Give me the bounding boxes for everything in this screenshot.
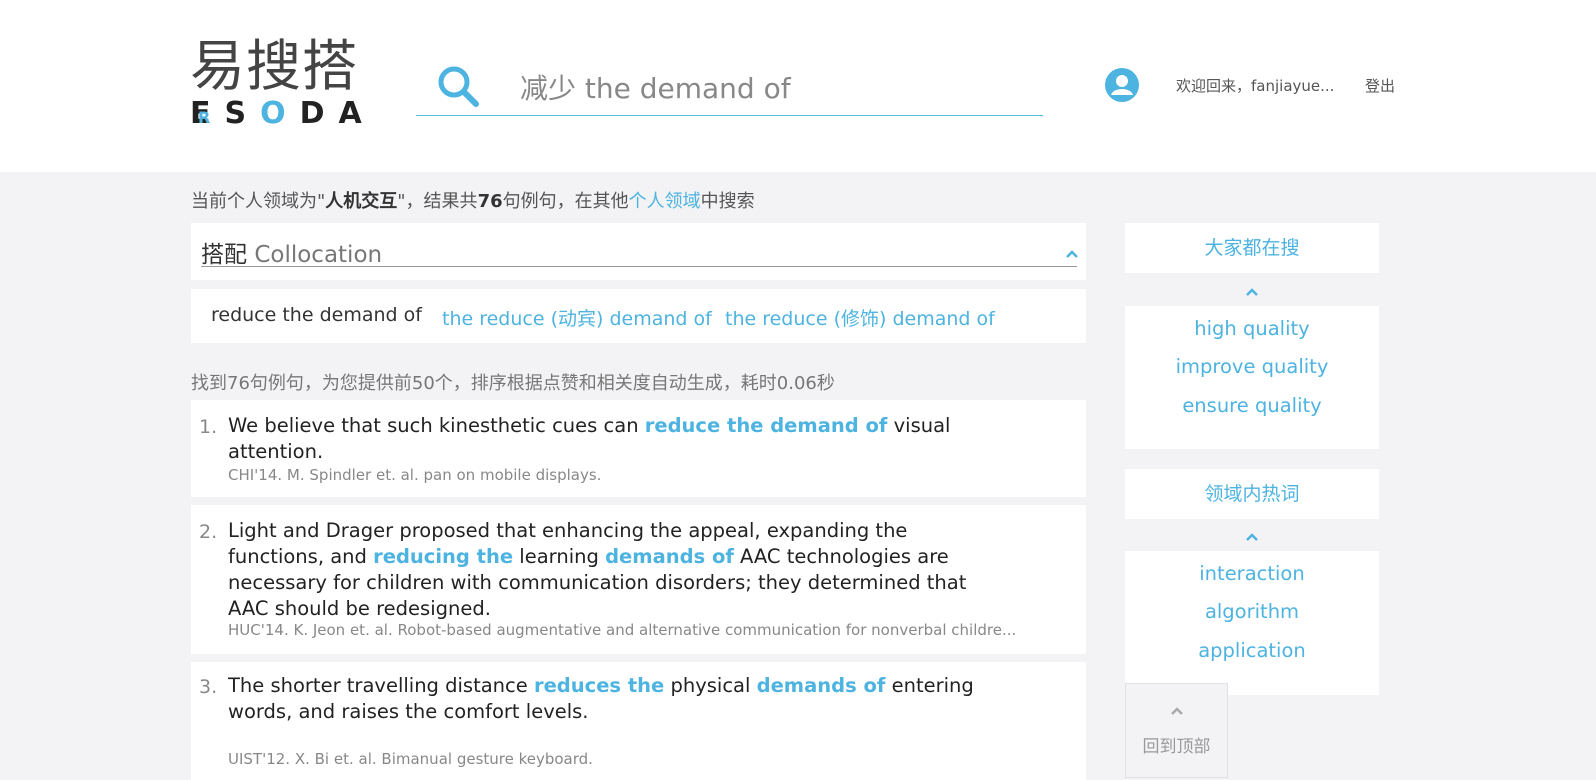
result-item: 3. The shorter travelling distance reduc… bbox=[191, 662, 1086, 780]
hotwords-collapse-bar[interactable] bbox=[1125, 521, 1379, 551]
popular-searches-title: 大家都在搜 bbox=[1125, 223, 1379, 273]
sentence-text: The shorter travelling distance bbox=[228, 674, 534, 697]
result-source[interactable]: HUC'14. K. Jeon et. al. Robot-based augm… bbox=[228, 621, 1016, 639]
user-avatar-icon[interactable] bbox=[1105, 68, 1139, 102]
sentence-highlight[interactable]: demands of bbox=[757, 674, 886, 697]
popular-search-item[interactable]: high quality bbox=[1125, 317, 1379, 340]
result-item: 1. We believe that such kinesthetic cues… bbox=[191, 400, 1086, 497]
sentence-highlight[interactable]: demands of bbox=[605, 545, 734, 568]
logo-letter-s: S bbox=[224, 96, 261, 131]
search-box bbox=[416, 60, 1043, 116]
collocation-options: reduce the demand of the reduce (动宾) dem… bbox=[191, 289, 1086, 343]
logo-letters-da: DA bbox=[299, 96, 376, 131]
hotword-item[interactable]: application bbox=[1125, 639, 1379, 662]
sentence-text: learning bbox=[513, 545, 606, 568]
popular-search-item[interactable]: ensure quality bbox=[1125, 394, 1379, 417]
domain-mid2: 句例句，在其他 bbox=[502, 191, 629, 212]
other-domain-link[interactable]: 个人领域 bbox=[629, 191, 701, 212]
domain-prefix: 当前个人领域为" bbox=[191, 191, 326, 212]
result-sentence: The shorter travelling distance reduces … bbox=[228, 673, 1008, 725]
result-source[interactable]: UIST'12. X. Bi et. al. Bimanual gesture … bbox=[228, 750, 593, 768]
back-to-top-label: 回到顶部 bbox=[1142, 737, 1211, 757]
sentence-highlight[interactable]: reduces the bbox=[534, 674, 664, 697]
sentence-highlight[interactable]: reducing the bbox=[373, 545, 513, 568]
logo-english: E R SODA bbox=[190, 98, 376, 130]
esoda-logo[interactable]: 易搜搭 E R SODA bbox=[190, 36, 365, 131]
result-sentence: Light and Drager proposed that enhancing… bbox=[228, 518, 1008, 622]
collocation-option[interactable]: the reduce (修饰) demand of bbox=[725, 304, 995, 331]
hotwords-title: 领域内热词 bbox=[1125, 469, 1379, 519]
collocation-option[interactable]: the reduce (动宾) demand of bbox=[442, 304, 712, 331]
hotword-item[interactable]: algorithm bbox=[1125, 600, 1379, 623]
result-count: 76 bbox=[477, 191, 503, 212]
top-header: 易搜搭 ERSODA 欢迎回来，fanjiayue... 登出 bbox=[0, 0, 1596, 172]
back-to-top-button[interactable]: 回到顶部 bbox=[1125, 683, 1228, 778]
collocation-title-cn: 搭配 bbox=[201, 242, 247, 268]
result-source[interactable]: CHI'14. M. Spindler et. al. pan on mobil… bbox=[228, 466, 601, 484]
logo-chinese: 易搜搭 bbox=[190, 34, 359, 98]
popular-searches-list: high quality improve quality ensure qual… bbox=[1125, 306, 1379, 449]
result-number: 3. bbox=[199, 676, 218, 698]
collocation-title[interactable]: 搭配 Collocation bbox=[201, 235, 1077, 268]
logo-letter-o: O bbox=[260, 96, 300, 131]
result-number: 1. bbox=[199, 416, 218, 438]
chevron-up-icon[interactable] bbox=[1245, 530, 1259, 544]
collocation-panel: 搭配 Collocation bbox=[191, 223, 1086, 280]
sentence-text: We believe that such kinesthetic cues ca… bbox=[228, 414, 645, 437]
welcome-text[interactable]: 欢迎回来，fanjiayue... bbox=[1176, 75, 1334, 96]
logo-letter-q: R bbox=[198, 108, 225, 127]
result-item: 2. Light and Drager proposed that enhanc… bbox=[191, 505, 1086, 654]
chevron-up-icon[interactable] bbox=[1245, 285, 1259, 299]
search-icon[interactable] bbox=[436, 64, 482, 110]
search-input[interactable] bbox=[520, 66, 1030, 108]
popular-search-item[interactable]: improve quality bbox=[1125, 355, 1379, 378]
chevron-up-icon bbox=[1170, 704, 1184, 718]
collocation-option[interactable]: reduce the demand of bbox=[211, 304, 422, 326]
domain-mid: "，结果共 bbox=[397, 191, 478, 212]
collocation-title-en: Collocation bbox=[254, 242, 383, 268]
result-sentence: We believe that such kinesthetic cues ca… bbox=[228, 413, 1008, 465]
hotword-item[interactable]: interaction bbox=[1125, 562, 1379, 585]
logout-link[interactable]: 登出 bbox=[1365, 75, 1395, 96]
domain-info: 当前个人领域为"人机交互"，结果共76句例句，在其他个人领域中搜索 bbox=[191, 187, 755, 213]
hotwords-list: interaction algorithm application bbox=[1125, 551, 1379, 695]
found-summary: 找到76句例句，为您提供前50个，排序根据点赞和相关度自动生成，耗时0.06秒 bbox=[191, 373, 835, 394]
domain-name: 人机交互 bbox=[325, 191, 398, 212]
domain-suffix: 中搜索 bbox=[700, 191, 755, 212]
sentence-highlight[interactable]: reduce the demand of bbox=[645, 414, 888, 437]
result-number: 2. bbox=[199, 521, 218, 543]
popular-collapse-bar[interactable] bbox=[1125, 276, 1379, 306]
sentence-text: physical bbox=[664, 674, 757, 697]
collapse-chevron-icon[interactable] bbox=[1065, 247, 1079, 261]
